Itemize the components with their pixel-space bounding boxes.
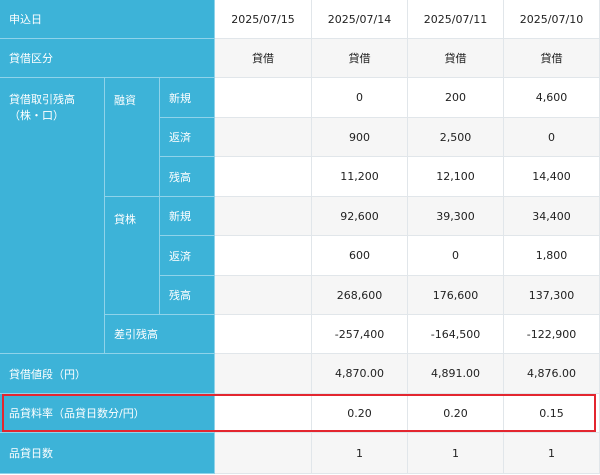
yushi-shinki-value: 0 bbox=[312, 78, 408, 118]
kashikabu-hensai-label: 返済 bbox=[160, 236, 215, 276]
kashikabu-shinki-value: 39,300 bbox=[408, 197, 504, 236]
kashikabu-zandaka-value: 176,600 bbox=[408, 276, 504, 315]
nissu-value: 1 bbox=[408, 433, 504, 474]
kubun-value: 貸借 bbox=[408, 39, 504, 78]
kashikabu-hensai-value bbox=[215, 236, 312, 276]
kashikabu-zandaka-label: 残高 bbox=[160, 276, 215, 315]
date-header-cell: 2025/07/10 bbox=[504, 0, 600, 39]
yushi-shinki-value: 4,600 bbox=[504, 78, 600, 118]
nissu-value: 1 bbox=[504, 433, 600, 474]
lending-balance-table: 申込日 2025/07/15 2025/07/14 2025/07/11 202… bbox=[0, 0, 600, 475]
kashikabu-shinki-value: 92,600 bbox=[312, 197, 408, 236]
kashikabu-zandaka-value: 137,300 bbox=[504, 276, 600, 315]
sashihiki-value: -122,900 bbox=[504, 315, 600, 354]
kashikabu-label: 貸株 bbox=[105, 197, 160, 315]
kashikabu-shinki-value bbox=[215, 197, 312, 236]
lending-balance-group-label: 貸借取引残高 （株・口） bbox=[0, 78, 105, 354]
ryoritsu-value: 0.20 bbox=[408, 394, 504, 433]
nedan-value: 4,891.00 bbox=[408, 354, 504, 394]
nissu-value: 1 bbox=[312, 433, 408, 474]
ryoritsu-value bbox=[215, 394, 312, 433]
yushi-hensai-value bbox=[215, 118, 312, 157]
date-header-cell: 2025/07/14 bbox=[312, 0, 408, 39]
sashihiki-value bbox=[215, 315, 312, 354]
yushi-zandaka-value: 11,200 bbox=[312, 157, 408, 197]
yushi-hensai-value: 900 bbox=[312, 118, 408, 157]
ryoritsu-value: 0.20 bbox=[312, 394, 408, 433]
yushi-zandaka-value bbox=[215, 157, 312, 197]
yushi-zandaka-value: 12,100 bbox=[408, 157, 504, 197]
nedan-value: 4,870.00 bbox=[312, 354, 408, 394]
ryoritsu-value: 0.15 bbox=[504, 394, 600, 433]
nedan-label: 貸借値段（円） bbox=[0, 354, 215, 394]
kashikabu-shinki-value: 34,400 bbox=[504, 197, 600, 236]
kashikabu-hensai-value: 600 bbox=[312, 236, 408, 276]
kashikabu-hensai-value: 0 bbox=[408, 236, 504, 276]
yushi-zandaka-label: 残高 bbox=[160, 157, 215, 197]
kubun-value: 貸借 bbox=[312, 39, 408, 78]
yushi-shinki-value: 200 bbox=[408, 78, 504, 118]
date-header-cell: 2025/07/11 bbox=[408, 0, 504, 39]
yushi-label: 融資 bbox=[105, 78, 160, 197]
yushi-shinki-value bbox=[215, 78, 312, 118]
ryoritsu-label: 品貸料率（品貸日数分/円） bbox=[0, 394, 215, 433]
nissu-label: 品貸日数 bbox=[0, 433, 215, 474]
sashihiki-label: 差引残高 bbox=[105, 315, 215, 354]
yushi-shinki-label: 新規 bbox=[160, 78, 215, 118]
date-header-cell: 2025/07/15 bbox=[215, 0, 312, 39]
sashihiki-value: -257,400 bbox=[312, 315, 408, 354]
nedan-value bbox=[215, 354, 312, 394]
kashikabu-hensai-value: 1,800 bbox=[504, 236, 600, 276]
yushi-zandaka-value: 14,400 bbox=[504, 157, 600, 197]
nedan-value: 4,876.00 bbox=[504, 354, 600, 394]
kubun-value: 貸借 bbox=[504, 39, 600, 78]
kashikabu-zandaka-value: 268,600 bbox=[312, 276, 408, 315]
kashikabu-zandaka-value bbox=[215, 276, 312, 315]
date-header-label: 申込日 bbox=[0, 0, 215, 39]
yushi-hensai-label: 返済 bbox=[160, 118, 215, 157]
sashihiki-value: -164,500 bbox=[408, 315, 504, 354]
kubun-value: 貸借 bbox=[215, 39, 312, 78]
kubun-label: 貸借区分 bbox=[0, 39, 215, 78]
yushi-hensai-value: 2,500 bbox=[408, 118, 504, 157]
yushi-hensai-value: 0 bbox=[504, 118, 600, 157]
nissu-value bbox=[215, 433, 312, 474]
kashikabu-shinki-label: 新規 bbox=[160, 197, 215, 236]
